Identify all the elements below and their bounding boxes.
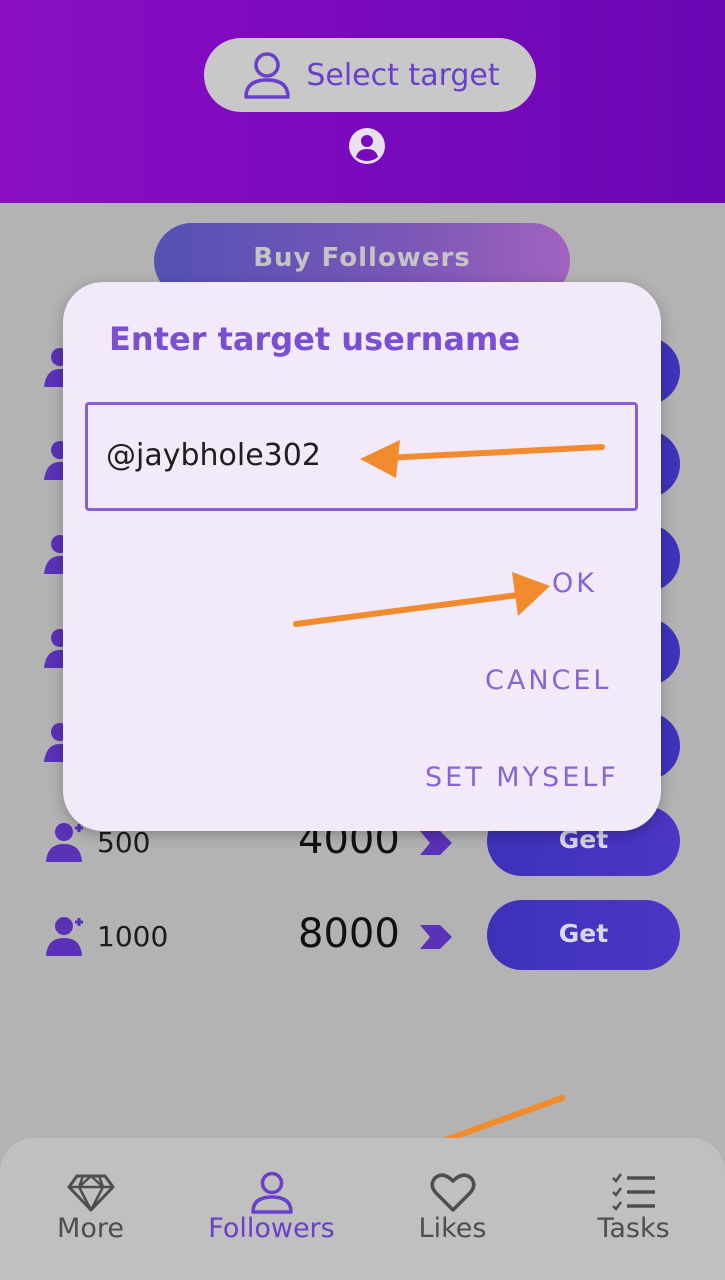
nav-label: Likes <box>418 1213 487 1244</box>
select-target-label: Select target <box>306 57 500 93</box>
header-bar: Select target <box>0 0 725 203</box>
heart-icon <box>430 1173 475 1212</box>
nav-tab-followers[interactable]: Followers <box>181 1138 362 1280</box>
username-input[interactable] <box>106 433 586 477</box>
account-circle-icon[interactable] <box>348 127 386 165</box>
coin-chevron-icon <box>420 831 452 855</box>
nav-label: Followers <box>208 1213 335 1244</box>
nav-label: More <box>57 1213 124 1244</box>
cancel-button[interactable]: CANCEL <box>485 665 611 696</box>
set-myself-button[interactable]: SET MYSELF <box>425 762 619 793</box>
offer-amount: 1000 <box>97 920 169 953</box>
buy-followers-label: Buy Followers <box>253 243 471 273</box>
offer-row: 1000 8000 Get <box>0 900 725 972</box>
person-icon <box>244 52 291 99</box>
checklist-icon <box>611 1173 655 1211</box>
nav-tab-likes[interactable]: Likes <box>362 1138 543 1280</box>
bottom-navigation: More Followers Likes Tasks <box>0 1138 725 1280</box>
person-icon <box>250 1171 293 1214</box>
coin-chevron-icon <box>420 925 452 949</box>
select-target-button[interactable]: Select target <box>204 38 536 112</box>
dialog-title: Enter target username <box>109 320 521 358</box>
offer-cost: 8000 <box>298 911 400 957</box>
ok-button[interactable]: OK <box>552 568 597 599</box>
target-username-dialog: Enter target username OK CANCEL SET MYSE… <box>63 282 661 831</box>
username-field[interactable] <box>85 402 638 511</box>
diamond-icon <box>67 1174 114 1212</box>
add-person-icon <box>46 823 83 862</box>
nav-tab-more[interactable]: More <box>0 1138 181 1280</box>
get-button[interactable]: Get <box>487 900 680 970</box>
get-button-label: Get <box>558 919 609 948</box>
nav-label: Tasks <box>597 1213 670 1244</box>
nav-tab-tasks[interactable]: Tasks <box>543 1138 724 1280</box>
add-person-icon <box>46 917 83 956</box>
